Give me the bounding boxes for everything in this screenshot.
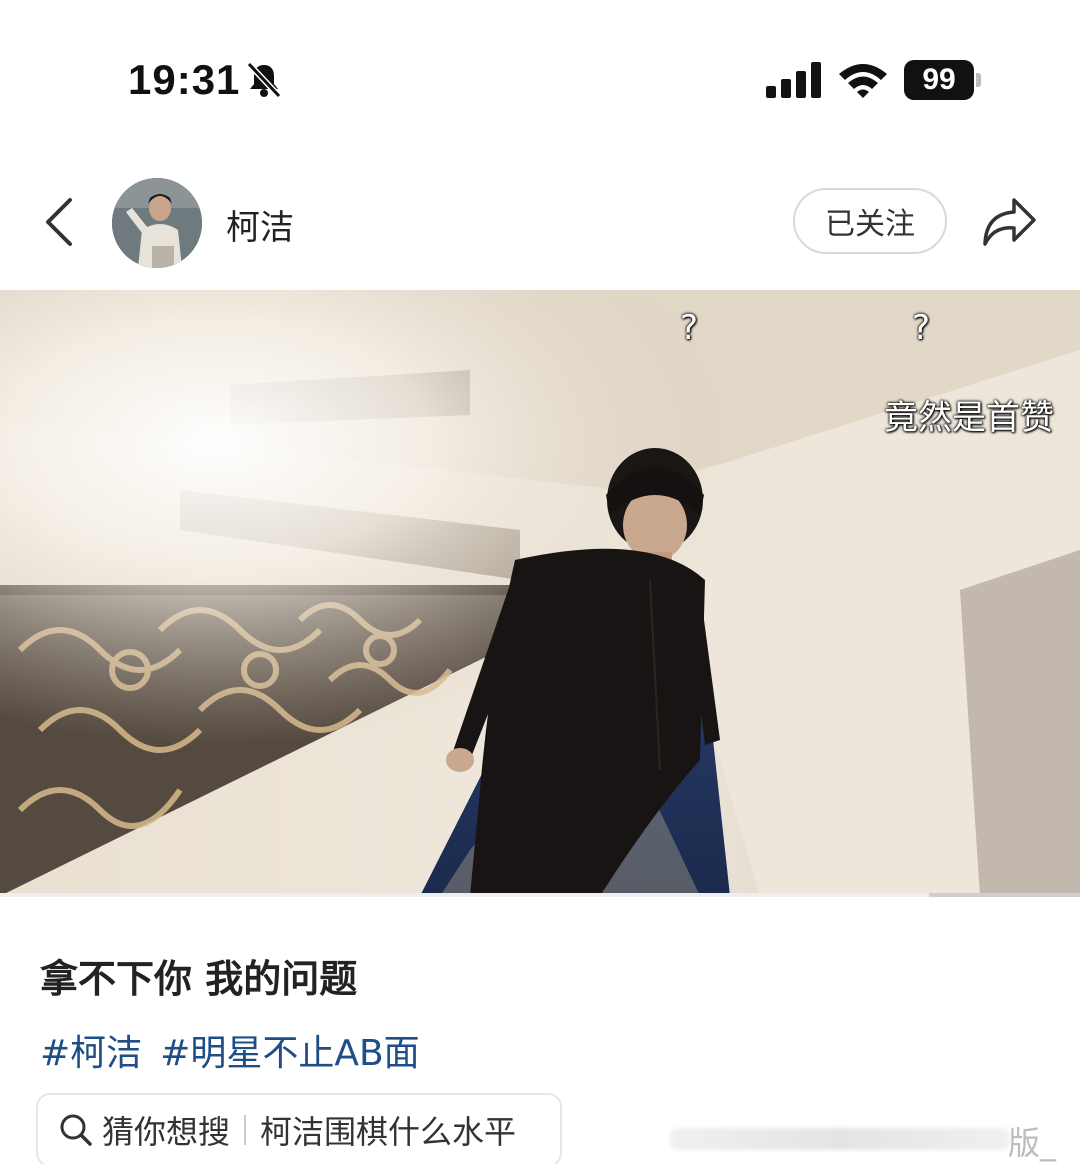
video-progress-fill [0, 893, 929, 897]
wifi-icon [839, 64, 887, 98]
video-player[interactable]: ? ? 竟然是首赞 [0, 290, 1080, 896]
share-icon[interactable] [980, 194, 1038, 248]
hashtag-link[interactable]: #柯洁 [40, 1033, 142, 1074]
status-time: 19:31 [128, 56, 241, 103]
danmaku-comment: ? [680, 308, 699, 348]
battery-level: 99 [904, 60, 974, 100]
user-name[interactable]: 柯洁 [226, 200, 294, 249]
follow-button[interactable]: 已关注 [793, 188, 947, 254]
hashtag-list: #柯洁 #明星不止AB面 [40, 1024, 438, 1076]
hashtag-link[interactable]: #明星不止AB面 [160, 1033, 420, 1074]
search-icon [60, 1114, 92, 1146]
watermark-text: 版_ [1008, 1124, 1057, 1162]
page: 19:31 99 柯洁 已关注 ? ? 竟然是首赞 拿不下你 我的问题 #柯洁 … [0, 0, 1080, 1164]
search-suggestion-label: 猜你想搜 [102, 1113, 231, 1151]
cellular-signal-icon [766, 62, 821, 98]
avatar[interactable] [112, 178, 202, 268]
danmaku-comment: 竟然是首赞 [884, 398, 1054, 438]
status-bar: 19:31 99 [0, 0, 1080, 160]
search-suggestion-query[interactable]: 柯洁围棋什么水平 [260, 1107, 516, 1153]
video-frame [0, 290, 1080, 896]
post-caption: 拿不下你 我的问题 [40, 957, 358, 1001]
danmaku-comment: ? [912, 308, 931, 348]
search-suggestion[interactable]: 猜你想搜 柯洁围棋什么水平 [36, 1093, 562, 1164]
battery-indicator: 99 [904, 60, 982, 100]
divider [244, 1115, 247, 1145]
video-progress-bar[interactable] [0, 893, 1080, 897]
blurred-text [670, 1128, 1010, 1150]
post-header: 柯洁 已关注 [0, 160, 1080, 290]
back-icon[interactable] [40, 196, 80, 248]
muted-bell-icon [246, 61, 282, 99]
